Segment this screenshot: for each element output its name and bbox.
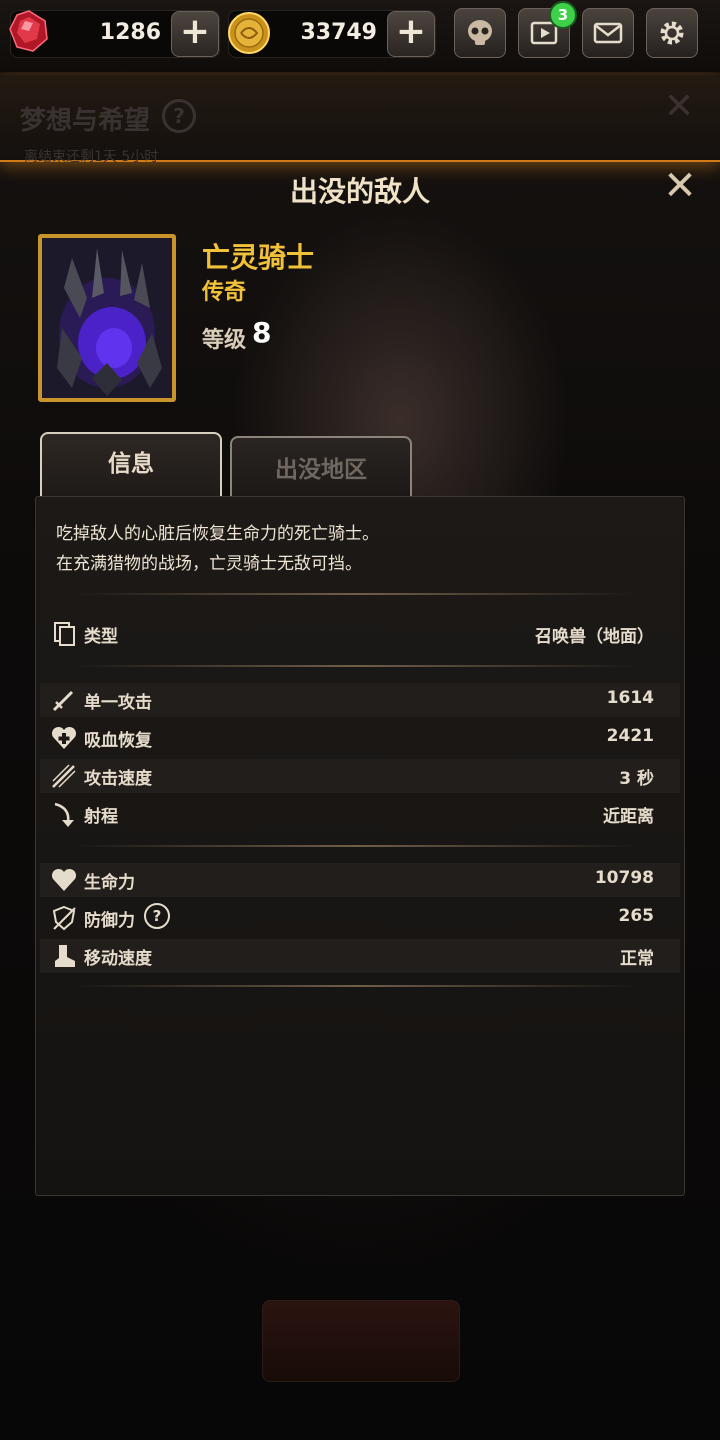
stat-row-type: 类型 召唤兽（地面）	[40, 617, 680, 651]
gem-icon	[9, 10, 48, 52]
add-gems-button[interactable]: +	[171, 11, 219, 57]
background-subtitle: 离结束还剩1天 5小时	[24, 149, 159, 165]
enemy-rarity: 传奇	[202, 280, 247, 305]
stat-label: 吸血恢复	[84, 731, 152, 751]
tab-habitat[interactable]: 出没地区	[230, 436, 412, 496]
range-icon	[54, 802, 74, 827]
stat-label: 攻击速度	[84, 769, 152, 789]
close-button[interactable]: ✕	[660, 164, 700, 208]
gem-counter: 1286 +	[9, 10, 220, 58]
background-help-icon: ?	[162, 99, 196, 133]
stat-value: 1614	[606, 688, 654, 708]
gold-coin-icon	[228, 12, 270, 54]
stat-label: 生命力	[84, 873, 135, 893]
stat-row-range: 射程 近距离	[40, 797, 680, 831]
description-line: 吃掉敌人的心脏后恢复生命力的死亡骑士。	[56, 524, 379, 544]
stat-row-defense: 防御力 ? 265	[40, 901, 680, 935]
stat-label: 单一攻击	[84, 693, 152, 713]
stat-row-move-speed: 移动速度 正常	[40, 939, 680, 973]
stat-value: 正常	[620, 949, 654, 969]
card-icon	[54, 622, 75, 646]
defense-help-icon[interactable]: ?	[144, 903, 170, 929]
stat-value: 3 秒	[619, 769, 654, 789]
divider	[76, 845, 636, 847]
shield-icon	[52, 905, 76, 931]
enemy-portrait	[38, 234, 176, 402]
resource-bar: 1286 + 33749 + 3	[0, 0, 720, 72]
stat-row-attack: 单一攻击 1614	[40, 683, 680, 717]
info-panel: 吃掉敌人的心脏后恢复生命力的死亡骑士。 在充满猎物的战场，亡灵骑士无敌可挡。 类…	[35, 496, 685, 1196]
settings-button[interactable]	[646, 8, 698, 58]
attack-speed-icon	[52, 764, 76, 788]
tab-info[interactable]: 信息	[40, 432, 222, 496]
stat-label: 射程	[84, 807, 118, 827]
video-badge: 3	[549, 1, 577, 29]
undead-knight-image	[42, 238, 172, 398]
stat-value: 近距离	[603, 807, 654, 827]
gold-count: 33749	[300, 20, 377, 45]
stat-row-lifesteal: 吸血恢复 2421	[40, 721, 680, 755]
enemy-description: 吃掉敌人的心脏后恢复生命力的死亡骑士。 在充满猎物的战场，亡灵骑士无敌可挡。	[56, 519, 379, 579]
background-close-icon: ✕	[664, 86, 695, 127]
stat-label: 移动速度	[84, 949, 152, 969]
divider	[76, 665, 636, 667]
modal-title: 出没的敌人	[289, 175, 430, 208]
add-gold-button[interactable]: +	[387, 11, 435, 57]
enemy-level-label: 等级	[202, 328, 247, 353]
stat-value: 2421	[606, 726, 654, 746]
enemy-level: 8	[252, 316, 272, 349]
stat-value: 265	[618, 906, 655, 926]
background-title: 梦想与希望	[20, 106, 151, 136]
skull-button[interactable]	[454, 8, 506, 58]
mail-icon	[593, 22, 623, 44]
gold-counter: 33749 +	[228, 10, 436, 58]
enemy-name: 亡灵骑士	[202, 241, 315, 274]
background-button	[262, 1300, 460, 1382]
heart-icon	[51, 868, 77, 891]
video-button[interactable]: 3	[518, 1, 577, 58]
sword-icon	[52, 690, 74, 712]
gear-icon	[660, 21, 684, 45]
stat-row-hp: 生命力 10798	[40, 863, 680, 897]
stat-value: 召唤兽（地面）	[535, 627, 654, 647]
stat-label: 类型	[84, 627, 118, 647]
boot-icon	[55, 945, 75, 967]
heart-plus-icon	[51, 726, 77, 749]
gem-count: 1286	[99, 20, 161, 45]
description-line: 在充满猎物的战场，亡灵骑士无敌可挡。	[56, 554, 362, 574]
stat-label: 防御力	[84, 911, 135, 931]
mail-button[interactable]	[582, 8, 634, 58]
divider	[76, 593, 636, 595]
stat-value: 10798	[594, 868, 654, 888]
divider	[76, 985, 636, 987]
skull-icon	[468, 20, 492, 45]
stat-row-attack-speed: 攻击速度 3 秒	[40, 759, 680, 793]
